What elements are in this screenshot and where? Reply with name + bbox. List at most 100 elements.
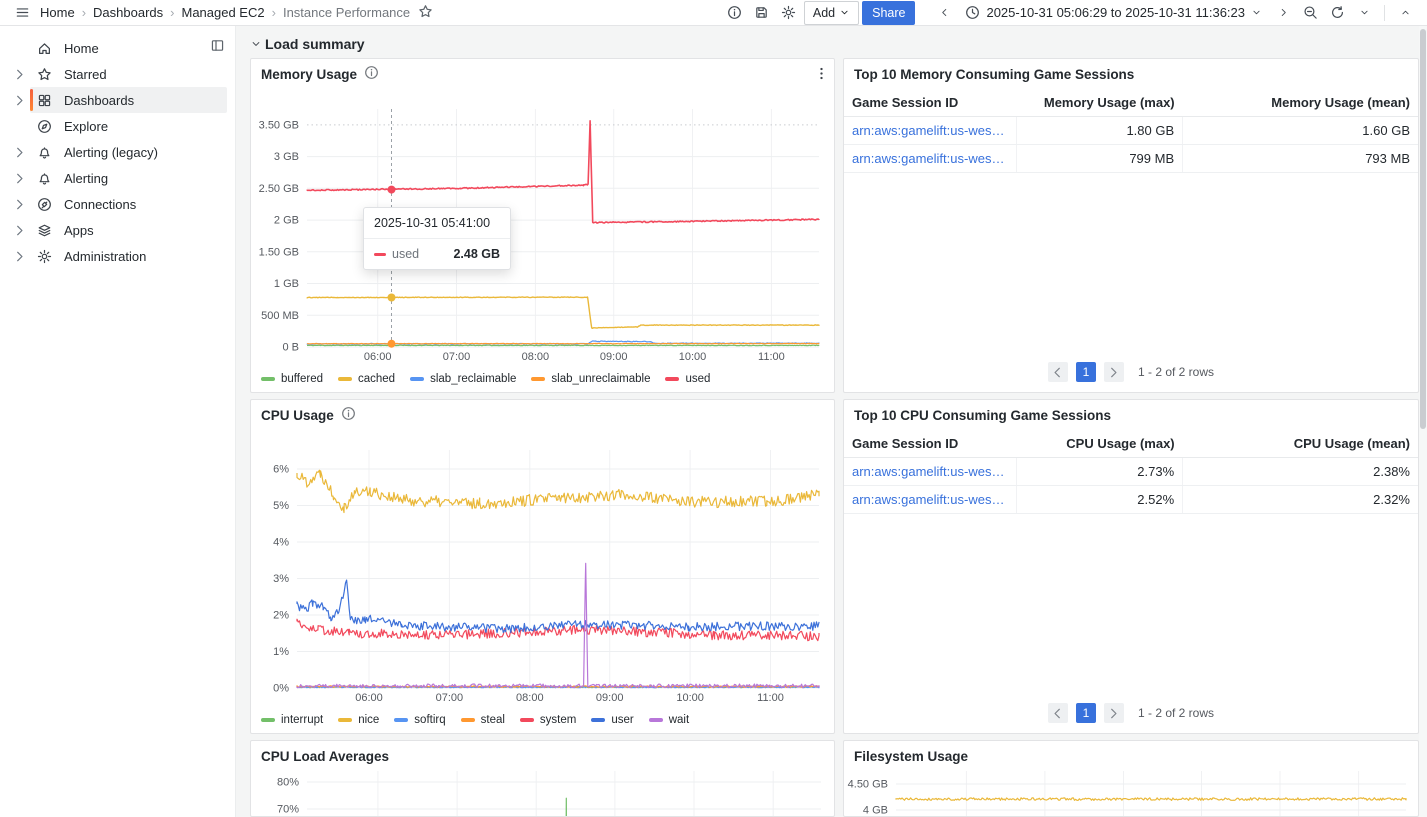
sidebar-item-alerting[interactable]: Alerting (0, 165, 235, 191)
add-button[interactable]: Add (803, 0, 860, 25)
legend-item-softirq[interactable]: softirq (394, 714, 446, 726)
svg-text:08:00: 08:00 (522, 351, 550, 363)
sidebar-item-body[interactable]: Alerting (30, 165, 227, 191)
sidebar-item-body[interactable]: Starred (30, 61, 227, 87)
game-session-link[interactable]: arn:aws:gamelift:us-west-2:... (844, 485, 1017, 514)
panel-title[interactable]: Top 10 Memory Consuming Game Sessions (854, 67, 1134, 82)
sidebar-item-administration[interactable]: Administration (0, 243, 235, 269)
legend-item-nice[interactable]: nice (338, 714, 379, 726)
chevron-right-icon[interactable] (8, 171, 30, 186)
dashboard-settings-button[interactable] (777, 1, 801, 25)
sidebar-item-home[interactable]: Home (0, 35, 235, 61)
next-page-button[interactable] (1103, 362, 1124, 382)
refresh-button[interactable] (1325, 1, 1349, 25)
panel-title[interactable]: Top 10 CPU Consuming Game Sessions (854, 408, 1111, 423)
share-button[interactable]: Share (862, 0, 916, 25)
sidebar-item-dashboards[interactable]: Dashboards (0, 87, 235, 113)
cpu-load-chart[interactable]: 80% 70% (251, 771, 834, 816)
scrollbar-thumb[interactable] (1420, 29, 1426, 429)
breadcrumb-item[interactable]: Managed EC2 (163, 5, 264, 20)
panel-title[interactable]: CPU Load Averages (261, 749, 389, 764)
next-page-button[interactable] (1103, 703, 1124, 723)
scrollbar[interactable] (1419, 26, 1427, 817)
panel-title[interactable]: Filesystem Usage (854, 749, 968, 764)
dock-sidebar-button[interactable] (210, 38, 225, 56)
svg-text:06:00: 06:00 (364, 351, 392, 363)
prev-page-button[interactable] (1047, 703, 1068, 723)
column-header[interactable]: Game Session ID (844, 430, 1017, 458)
chevron-right-icon[interactable] (8, 145, 30, 160)
cpu-usage-chart[interactable]: 06:00 07:00 08:00 09:00 10:00 11:00 6% 5% 4% 3% 2%… (251, 430, 834, 711)
panel-info-button[interactable] (364, 65, 379, 83)
svg-text:6%: 6% (273, 464, 289, 476)
legend-item-system[interactable]: system (519, 714, 576, 726)
value-cell: 2.73% (1015, 457, 1183, 486)
chevron-right-icon[interactable] (8, 93, 30, 108)
chevron-right-icon[interactable] (8, 249, 30, 264)
filesystem-usage-chart[interactable]: 4.50 GB 4 GB (844, 771, 1418, 817)
game-session-link[interactable]: arn:aws:gamelift:us-west-2:... (844, 457, 1017, 486)
legend-item-interrupt[interactable]: interrupt (261, 714, 323, 726)
save-dashboard-button[interactable] (750, 1, 774, 25)
refresh-icon (1330, 5, 1345, 20)
page-number-button[interactable]: 1 (1075, 703, 1096, 723)
menu-icon[interactable] (10, 1, 34, 25)
sidebar-item-connections[interactable]: Connections (0, 191, 235, 217)
chevron-right-icon[interactable] (8, 197, 30, 212)
chevron-right-icon[interactable] (8, 67, 30, 82)
zoom-out-button[interactable] (1298, 1, 1322, 25)
dashboard-info-button[interactable] (723, 1, 747, 25)
divider (1384, 4, 1385, 21)
legend-item-used[interactable]: used (665, 373, 710, 385)
chevron-right-icon[interactable] (8, 223, 30, 238)
sidebar-item-body[interactable]: Explore (30, 113, 227, 139)
sidebar-item-alerting-legacy[interactable]: Alerting (legacy) (0, 139, 235, 165)
column-header[interactable]: CPU Usage (mean) (1182, 430, 1418, 458)
panel-title[interactable]: Memory Usage (261, 67, 357, 82)
sidebar-item-body[interactable]: Home (30, 35, 227, 61)
sidebar-item-body[interactable]: Alerting (legacy) (30, 139, 227, 165)
sidebar-item-starred[interactable]: Starred (0, 61, 235, 87)
memory-usage-chart[interactable]: 06:00 07:00 08:00 09:00 10:00 11:00 3.50 GB 3 G… (251, 89, 834, 370)
value-cell: 2.32% (1182, 485, 1418, 514)
collapse-topbar-button[interactable] (1393, 1, 1417, 25)
panel-info-button[interactable] (341, 406, 356, 424)
legend-item-buffered[interactable]: buffered (261, 373, 323, 385)
legend-color-swatch (261, 718, 275, 722)
sidebar-item-explore[interactable]: Explore (0, 113, 235, 139)
sidebar-item-body[interactable]: Apps (30, 217, 227, 243)
legend-item-user[interactable]: user (591, 714, 634, 726)
panel-menu-button[interactable] (814, 66, 829, 84)
legend-item-wait[interactable]: wait (648, 714, 689, 726)
sidebar-item-apps[interactable]: Apps (0, 217, 235, 243)
game-session-link[interactable]: arn:aws:gamelift:us-west-2:... (844, 116, 1017, 145)
svg-text:4 GB: 4 GB (863, 805, 888, 817)
favorite-star-button[interactable] (418, 4, 433, 22)
star-icon (37, 67, 52, 82)
prev-page-button[interactable] (1047, 362, 1068, 382)
chevron-right-icon (12, 145, 27, 160)
column-header[interactable]: CPU Usage (max) (1016, 430, 1183, 458)
refresh-interval-button[interactable] (1352, 1, 1376, 25)
row-load-summary[interactable]: Load summary (250, 32, 1419, 56)
panel-title[interactable]: CPU Usage (261, 408, 334, 423)
breadcrumb-item[interactable]: Dashboards (75, 5, 163, 20)
sidebar-item-body[interactable]: Dashboards (30, 87, 227, 113)
column-header[interactable]: Memory Usage (mean) (1182, 89, 1418, 117)
column-header[interactable]: Game Session ID (844, 89, 1017, 117)
sidebar-item-body[interactable]: Connections (30, 191, 227, 217)
time-range-picker[interactable]: 2025-10-31 05:06:29 to 2025-10-31 11:36:… (959, 1, 1268, 25)
time-forward-button[interactable] (1271, 1, 1295, 25)
game-session-link[interactable]: arn:aws:gamelift:us-west-2:... (844, 144, 1017, 173)
info-icon (341, 406, 356, 421)
legend-item-slab_reclaimable[interactable]: slab_reclaimable (410, 373, 516, 385)
page-number-button[interactable]: 1 (1075, 362, 1096, 382)
column-header[interactable]: Memory Usage (max) (1016, 89, 1183, 117)
sidebar-item-body[interactable]: Administration (30, 243, 227, 269)
legend-item-cached[interactable]: cached (338, 373, 395, 385)
time-back-button[interactable] (932, 1, 956, 25)
legend-item-steal[interactable]: steal (460, 714, 505, 726)
breadcrumb-item[interactable]: Home (40, 5, 75, 20)
chevron-left-icon (1050, 365, 1065, 380)
legend-item-slab_unreclaimable[interactable]: slab_unreclaimable (531, 373, 650, 385)
